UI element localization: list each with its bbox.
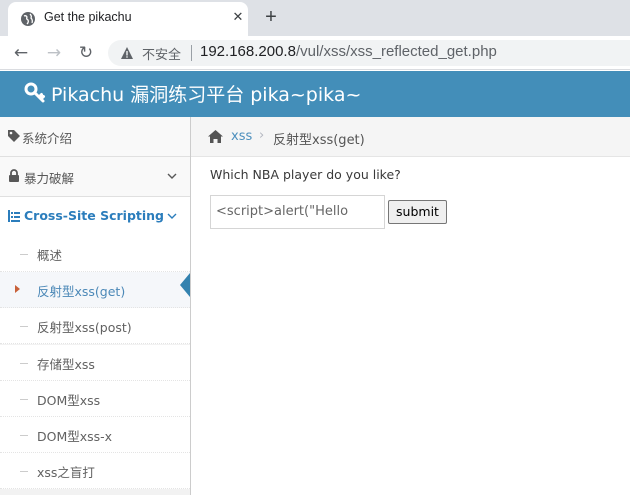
submenu-item-blind[interactable]: xss之盲打: [0, 453, 190, 489]
reload-button[interactable]: ↻: [75, 42, 97, 64]
address-separator: [191, 45, 192, 61]
submenu-item-stored[interactable]: 存储型xss: [0, 345, 190, 381]
browser-tab[interactable]: Get the pikachu ✕: [8, 2, 248, 36]
sidebar-item-bruteforce[interactable]: 暴力破解: [0, 157, 190, 197]
tree-dash: [20, 326, 28, 327]
submenu-item-label: 反射型xss(get): [37, 284, 126, 299]
sidebar-item-label: 暴力破解: [24, 171, 75, 186]
sidebar-item-label: Cross-Site Scripting: [24, 208, 165, 223]
submenu-item-reflected-post[interactable]: 反射型xss(post): [0, 308, 190, 344]
url-path: /vul/xss/xss_reflected_get.php: [295, 43, 497, 60]
tree-dash: [20, 254, 28, 255]
submenu-item-dom-x[interactable]: DOM型xss-x: [0, 417, 190, 453]
browser-tab-bar: Get the pikachu ✕ +: [0, 0, 630, 36]
globe-icon: [21, 12, 35, 26]
address-bar[interactable]: 不安全 192.168.200.8/vul/xss/xss_reflected_…: [108, 40, 630, 66]
new-tab-button[interactable]: +: [260, 6, 282, 28]
submenu-item-label: 概述: [37, 248, 63, 263]
submenu-item-label: DOM型xss-x: [37, 429, 113, 444]
submenu-item-label: DOM型xss: [37, 393, 101, 408]
tab-title: Get the pikachu: [44, 10, 132, 24]
list-icon: [8, 210, 20, 222]
breadcrumb-separator: ›: [259, 128, 265, 143]
submenu-item-reflected-get[interactable]: 反射型xss(get): [0, 272, 190, 308]
tree-dash: [20, 399, 28, 400]
breadcrumb-link-xss[interactable]: xss: [231, 129, 252, 144]
submenu-item-dom[interactable]: DOM型xss: [0, 381, 190, 417]
submenu-item-label: xss之盲打: [37, 465, 95, 480]
tree-dash: [20, 363, 28, 364]
submenu-item-label: 存储型xss: [37, 357, 95, 372]
tree-dash: [20, 435, 28, 436]
player-input[interactable]: <script>alert("Hello: [210, 195, 385, 229]
url-host: 192.168.200.8: [200, 43, 296, 60]
tree-dash: [20, 471, 28, 472]
submenu-item-overview[interactable]: 概述: [0, 236, 190, 272]
question-label: Which NBA player do you like?: [210, 167, 401, 182]
sidebar-item-xss[interactable]: Cross-Site Scripting: [0, 197, 190, 237]
tag-icon: [8, 130, 20, 142]
lock-icon: [9, 169, 19, 182]
active-indicator: [180, 273, 190, 297]
warning-icon: [121, 47, 133, 59]
caret-right-icon: [15, 285, 20, 293]
chevron-down-icon: [167, 213, 177, 219]
sidebar-item-intro[interactable]: 系统介绍: [0, 117, 190, 157]
back-button[interactable]: ←: [10, 42, 32, 64]
url-text[interactable]: 192.168.200.8/vul/xss/xss_reflected_get.…: [200, 43, 497, 60]
sidebar-item-label: 系统介绍: [22, 131, 73, 146]
submenu-item-label: 反射型xss(post): [37, 320, 132, 335]
security-status[interactable]: 不安全: [142, 44, 181, 63]
key-icon: [24, 82, 45, 103]
browser-toolbar: ← → ↻ 不安全 192.168.200.8/vul/xss/xss_refl…: [0, 36, 630, 70]
breadcrumb-current: 反射型xss(get): [273, 133, 365, 148]
chevron-down-icon: [167, 173, 177, 179]
close-tab-icon[interactable]: ✕: [230, 10, 246, 26]
home-icon[interactable]: [207, 129, 224, 144]
site-header: Pikachu 漏洞练习平台 pika~pika~: [0, 71, 630, 117]
breadcrumb: xss › 反射型xss(get): [191, 117, 630, 157]
submit-button[interactable]: submit: [388, 200, 447, 224]
sidebar: 系统介绍 暴力破解 Cross-Site Scripting 概述 反射型xss…: [0, 117, 191, 495]
site-title[interactable]: Pikachu 漏洞练习平台 pika~pika~: [51, 80, 361, 107]
forward-button[interactable]: →: [43, 42, 65, 64]
